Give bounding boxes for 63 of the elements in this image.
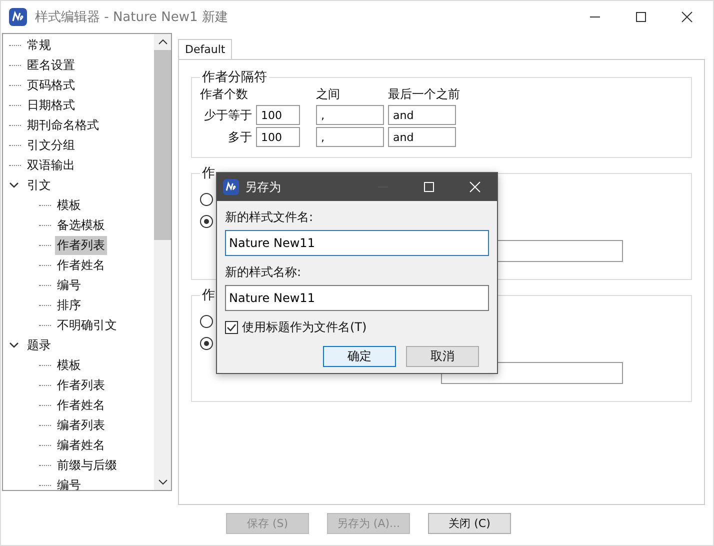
count-field[interactable]: 100	[256, 105, 300, 125]
tree-item[interactable]: 题录	[25, 336, 53, 354]
tree-item[interactable]: 引文分组	[25, 136, 77, 154]
group-title: 作者分隔符	[201, 69, 268, 86]
tab[interactable]: Default	[178, 39, 232, 59]
tree-item[interactable]: 期刊命名格式	[25, 116, 101, 134]
separator-field[interactable]: and	[388, 105, 456, 125]
tree-item[interactable]: 排序	[55, 296, 83, 314]
row-label: 少于等于	[203, 106, 253, 124]
tree-item[interactable]: 前缀与后缀	[55, 456, 119, 474]
dialog-button[interactable]: 关闭 (C)	[428, 513, 511, 534]
tree-item[interactable]: 匿名设置	[25, 56, 77, 74]
separator-field[interactable]: and	[388, 127, 456, 147]
radio-button[interactable]	[200, 336, 213, 350]
separator-field[interactable]: ,	[316, 105, 384, 125]
tree-item[interactable]: 模板	[55, 356, 83, 374]
tree-item[interactable]: 备选模板	[55, 216, 107, 234]
group-title: 作	[201, 165, 216, 182]
expand-caret-icon[interactable]	[9, 180, 19, 190]
dialog-button[interactable]: 确定	[323, 346, 396, 367]
scrollbar-thumb[interactable]	[154, 50, 171, 240]
tree-item[interactable]: 编号	[55, 276, 83, 294]
close-icon[interactable]	[681, 11, 693, 23]
field-label: 新的样式文件名:	[225, 209, 314, 226]
tree-item[interactable]: 日期格式	[25, 96, 77, 114]
column-heading: 最后一个之前	[388, 86, 461, 103]
dialog-title: 另存为	[245, 178, 281, 196]
radio-button[interactable]	[200, 214, 213, 228]
tree-item[interactable]: 编号	[55, 476, 83, 490]
tree-item[interactable]: 模板	[55, 196, 83, 214]
radio-button[interactable]	[200, 314, 213, 328]
app-logo-icon	[223, 179, 239, 195]
scrollbar[interactable]	[154, 34, 171, 490]
scroll-down-icon[interactable]	[158, 478, 168, 486]
checkbox-label[interactable]: 使用标题作为文件名(T)	[242, 319, 367, 336]
tree-item[interactable]: 常规	[25, 36, 53, 54]
tree-item[interactable]: 引文	[25, 176, 53, 194]
app-logo-icon	[9, 8, 27, 26]
tree-item[interactable]: 作者列表	[55, 236, 107, 254]
maximize-icon[interactable]	[635, 11, 647, 23]
style-name-field[interactable]: Nature New11	[225, 285, 489, 311]
tree-item[interactable]: 作者列表	[55, 376, 107, 394]
file-name-field[interactable]: Nature New11	[225, 230, 489, 256]
window-title: 样式编辑器 - Nature New1 新建	[35, 9, 228, 26]
count-field[interactable]: 100	[256, 127, 300, 147]
radio-button[interactable]	[200, 192, 213, 206]
column-heading: 作者个数	[200, 86, 249, 103]
tree-item[interactable]: 编者姓名	[55, 436, 107, 454]
separator-field[interactable]: ,	[316, 127, 384, 147]
row-label: 多于	[227, 128, 253, 146]
tree-item[interactable]: 编者列表	[55, 416, 107, 434]
tree-item[interactable]: 页码格式	[25, 76, 77, 94]
tree-item[interactable]: 作者姓名	[55, 396, 107, 414]
tree-item[interactable]: 不明确引文	[55, 316, 119, 334]
expand-caret-icon[interactable]	[9, 340, 19, 350]
dialog-button[interactable]: 取消	[406, 346, 479, 367]
scroll-up-icon[interactable]	[158, 38, 168, 46]
tree-item[interactable]: 双语输出	[25, 156, 77, 174]
group-title: 作	[201, 287, 216, 304]
column-heading: 之间	[316, 86, 341, 103]
checkbox[interactable]	[225, 321, 238, 334]
tree-item[interactable]: 作者姓名	[55, 256, 107, 274]
field-label: 新的样式名称:	[225, 264, 302, 281]
